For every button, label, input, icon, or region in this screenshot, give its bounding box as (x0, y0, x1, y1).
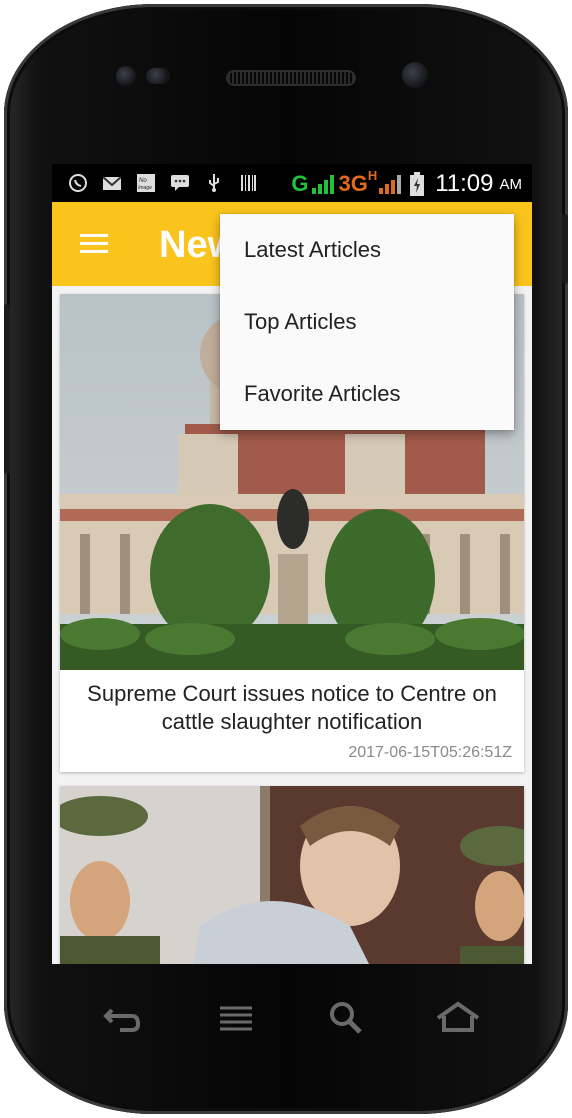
search-icon[interactable] (322, 994, 370, 1042)
signal-bars-icon (312, 174, 335, 194)
article-card[interactable] (60, 786, 524, 964)
front-sensor-2 (146, 68, 170, 84)
network-3g-label: 3G (338, 171, 368, 196)
volume-button (4, 304, 10, 474)
network-g-label: G (291, 171, 309, 196)
no-image-icon: No Image (137, 174, 155, 192)
front-sensor (116, 66, 136, 86)
clock-time: 11:09 (435, 170, 494, 197)
menu-item-favorite-articles[interactable]: Favorite Articles (220, 358, 514, 430)
signal-bars-2-icon (379, 174, 402, 194)
article-headline: Supreme Court issues notice to Centre on… (87, 681, 497, 734)
power-button (562, 214, 568, 284)
chat-icon (171, 175, 189, 191)
earpiece-speaker (226, 70, 356, 86)
status-right-group: G 3G H 11:09 AM (291, 167, 523, 198)
hardware-nav-bar (84, 994, 504, 1044)
hamburger-menu-icon[interactable] (80, 234, 108, 254)
usb-icon (209, 174, 219, 192)
network-h-label: H (367, 167, 378, 183)
back-icon[interactable] (98, 994, 146, 1042)
status-bar: No Image G 3G H 11:09 AM (52, 164, 532, 202)
barcode-icon (241, 175, 256, 191)
battery-icon (410, 172, 425, 196)
menu-item-latest-articles[interactable]: Latest Articles (220, 214, 514, 286)
svg-text:No: No (139, 178, 147, 184)
front-camera (402, 62, 428, 88)
menu-icon[interactable] (212, 994, 260, 1042)
home-icon[interactable] (434, 994, 482, 1042)
news-photo (60, 786, 524, 964)
overflow-menu: Latest Articles Top Articles Favorite Ar… (220, 214, 514, 430)
whatsapp-icon (69, 174, 87, 192)
clock-ampm: AM (499, 175, 523, 193)
notification-icons: No Image (68, 173, 258, 193)
gmail-icon (102, 176, 122, 190)
screen: No Image G 3G H 11:09 AM News Supreme Co… (52, 164, 532, 964)
svg-text:Image: Image (138, 185, 152, 191)
menu-item-top-articles[interactable]: Top Articles (220, 286, 514, 358)
article-image (60, 786, 524, 964)
phone-frame: No Image G 3G H 11:09 AM News Supreme Co… (4, 4, 568, 1114)
article-date: 2017-06-15T05:26:51Z (348, 744, 512, 761)
